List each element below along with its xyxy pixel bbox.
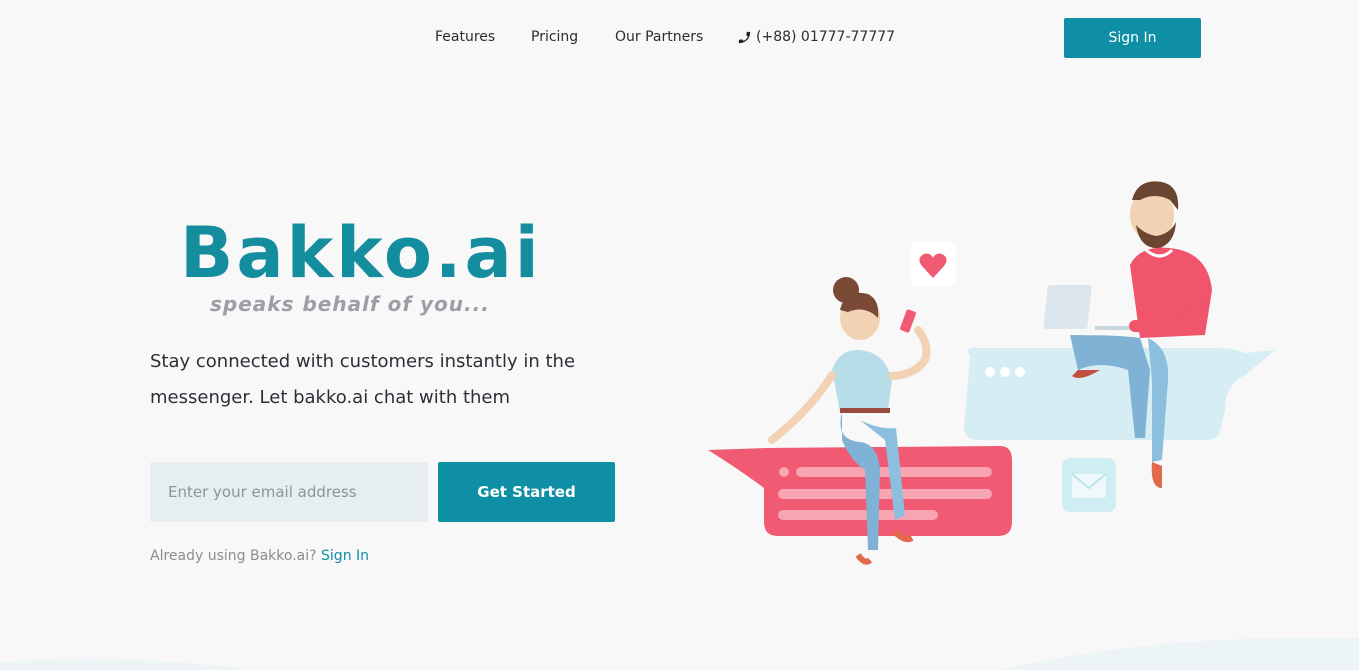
top-navbar: Features Pricing Our Partners (+88) 0177…: [0, 0, 1359, 76]
nav-pricing-link[interactable]: Pricing: [531, 29, 578, 45]
nav-phone-link[interactable]: (+88) 01777-77777: [737, 29, 895, 45]
brand-logo: Bakko.ai speaks behalf of you...: [180, 212, 542, 316]
hero-description: Stay connected with customers instantly …: [150, 351, 576, 408]
email-input[interactable]: [150, 462, 428, 522]
signin-link[interactable]: Sign In: [321, 548, 369, 564]
envelope-card-icon: [1062, 458, 1116, 512]
phone-number: (+88) 01777-77777: [756, 29, 896, 45]
already-using-text: Already using Bakko.ai? Sign In: [150, 548, 369, 564]
get-started-button[interactable]: Get Started: [438, 462, 615, 522]
man-figure: [1043, 181, 1212, 488]
nav-features-link[interactable]: Features: [435, 29, 495, 45]
header-signin-button[interactable]: Sign In: [1064, 18, 1201, 58]
hero-illustration: [708, 181, 1275, 565]
already-using-label: Already using Bakko.ai?: [150, 548, 317, 564]
phone-icon: [738, 31, 751, 43]
nav-partners-link[interactable]: Our Partners: [615, 29, 703, 45]
bottom-wave-decoration: [0, 637, 1359, 670]
logo-wordmark: Bakko.ai: [180, 212, 542, 294]
heart-card-icon: [910, 242, 956, 286]
logo-tagline: speaks behalf of you...: [210, 292, 490, 316]
